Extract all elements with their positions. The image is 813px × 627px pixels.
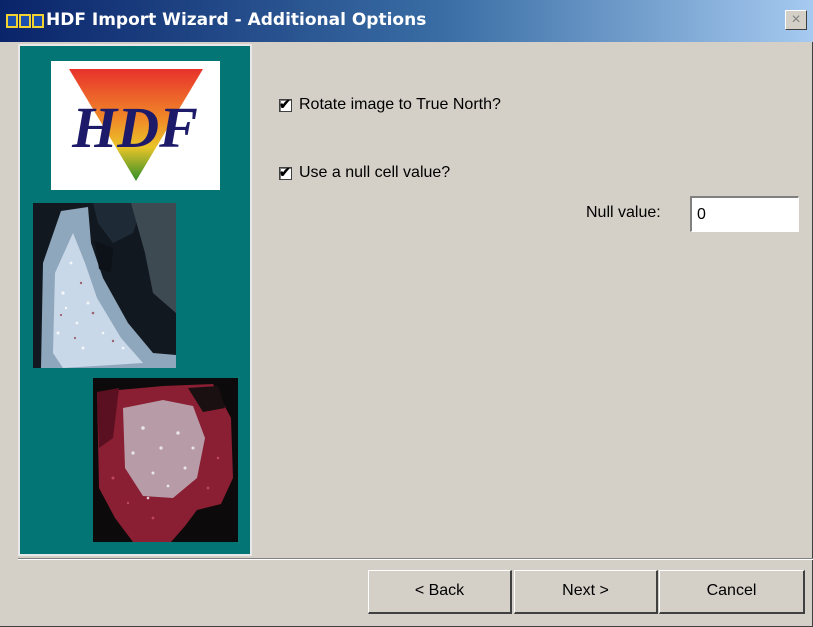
next-button[interactable]: Next > bbox=[514, 570, 658, 614]
hdf-logo-graphic: HDF bbox=[69, 69, 203, 181]
null-value-label: Null value: bbox=[586, 204, 661, 221]
null-cell-label: Use a null cell value? bbox=[299, 164, 451, 181]
close-button[interactable]: × bbox=[785, 10, 807, 30]
rotate-option[interactable]: ✔ Rotate image to True North? bbox=[279, 96, 501, 114]
close-icon: × bbox=[791, 11, 801, 28]
window-title: HDF Import Wizard - Additional Options bbox=[46, 10, 427, 30]
satellite-image-1 bbox=[33, 203, 176, 368]
back-button[interactable]: < Back bbox=[368, 570, 512, 614]
wizard-window: HDF Import Wizard - Additional Options ×… bbox=[0, 0, 813, 627]
button-divider bbox=[18, 558, 813, 560]
checkmark-icon: ✔ bbox=[279, 163, 291, 180]
satellite-image-2 bbox=[93, 378, 238, 542]
title-bar[interactable]: HDF Import Wizard - Additional Options × bbox=[0, 0, 813, 42]
cancel-button[interactable]: Cancel bbox=[659, 570, 805, 614]
options-panel: ✔ Rotate image to True North? ✔ Use a nu… bbox=[258, 44, 813, 556]
null-cell-checkbox[interactable]: ✔ bbox=[279, 164, 292, 180]
null-cell-option[interactable]: ✔ Use a null cell value? bbox=[279, 164, 450, 182]
logo-text: HDF bbox=[71, 95, 198, 160]
null-value-field[interactable] bbox=[690, 196, 799, 232]
rotate-checkbox[interactable]: ✔ bbox=[279, 96, 292, 112]
hdf-logo: HDF bbox=[51, 61, 220, 190]
checkmark-icon: ✔ bbox=[279, 95, 291, 112]
wizard-side-panel: HDF bbox=[18, 44, 252, 556]
app-icon bbox=[6, 14, 44, 28]
rotate-label: Rotate image to True North? bbox=[299, 96, 501, 113]
